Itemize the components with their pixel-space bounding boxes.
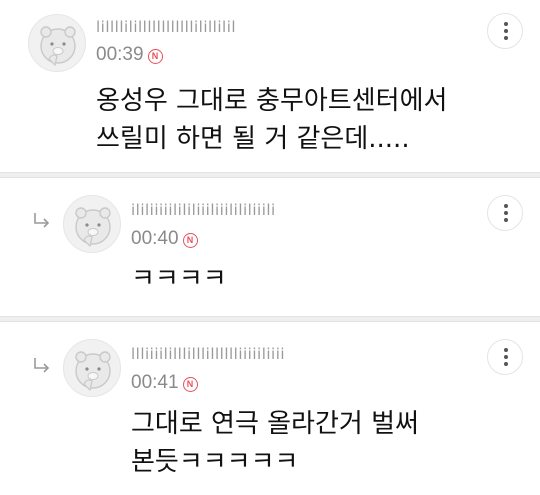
avatar[interactable]	[63, 339, 121, 397]
avatar[interactable]	[63, 195, 121, 253]
comment-time: 00:41 N	[131, 372, 198, 394]
more-dot	[504, 211, 508, 215]
comment-time: 00:39 N	[96, 44, 163, 66]
more-options-button[interactable]	[487, 13, 523, 49]
reply-item: ililiiiiilililiiiliiilililiiili 00:40 N ㅋ…	[0, 178, 540, 318]
more-dot	[504, 29, 508, 33]
bear-avatar-icon	[75, 207, 111, 248]
reply-item: llliiiililllilllilllllliiiiiliiii 00:41 N…	[0, 322, 540, 495]
comment-text: ㅋㅋㅋㅋ	[131, 264, 227, 294]
comment-item: lillllilillllllllllllilillilil 00:39 N 옹성…	[0, 0, 540, 174]
comment-time-text: 00:41	[131, 372, 179, 393]
comment-text: 옹성우 그대로 충무아트센터에서 쓰릴미 하면 될 거 같은데.....	[96, 86, 448, 154]
more-dot	[504, 22, 508, 26]
more-dot	[504, 36, 508, 40]
new-badge-icon: N	[147, 49, 163, 64]
comment-username[interactable]: lillllilillllllllllllilillilil	[96, 18, 236, 36]
more-dot	[504, 355, 508, 359]
more-options-button[interactable]	[487, 339, 523, 375]
avatar[interactable]	[28, 14, 86, 72]
more-dot	[504, 218, 508, 222]
comment-time-text: 00:39	[96, 44, 144, 65]
bear-avatar-icon	[75, 351, 111, 392]
comment-text: 그대로 연극 올라간거 벌써 본듯ㅋㅋㅋㅋㅋ	[131, 409, 419, 477]
comment-username[interactable]: ililiiiiilililiiiliiilililiiili	[131, 201, 276, 219]
more-dot	[504, 348, 508, 352]
new-badge-icon: N	[182, 377, 198, 392]
comment-time: 00:40 N	[131, 228, 198, 250]
new-badge-icon: N	[182, 233, 198, 248]
more-dot	[504, 362, 508, 366]
comment-username[interactable]: llliiiililllilllilllllliiiiiliiii	[131, 345, 285, 363]
bear-avatar-icon	[40, 26, 76, 67]
reply-arrow-icon	[33, 212, 51, 228]
comment-time-text: 00:40	[131, 228, 179, 249]
more-options-button[interactable]	[487, 195, 523, 231]
reply-arrow-icon	[33, 357, 51, 373]
more-dot	[504, 204, 508, 208]
